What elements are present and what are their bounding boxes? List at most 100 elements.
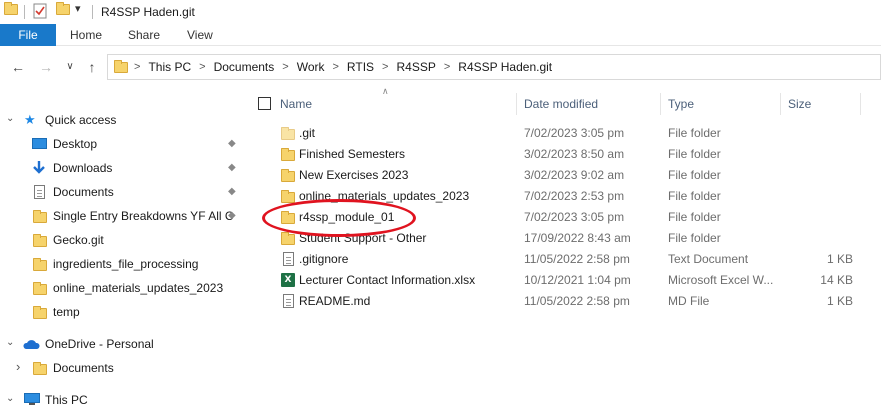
sidebar-item-gecko-git[interactable]: Gecko.git xyxy=(0,228,246,252)
file-type: File folder xyxy=(668,210,721,224)
file-type: Text Document xyxy=(668,252,749,266)
sidebar-item-label: Quick access xyxy=(45,113,117,127)
chevron-right-icon[interactable]: > xyxy=(440,61,454,73)
toolbar-divider xyxy=(92,5,93,19)
file-row-lecturer-contact[interactable]: X Lecturer Contact Information.xlsx 10/1… xyxy=(276,270,881,291)
file-date: 3/02/2023 8:50 am xyxy=(524,147,625,161)
star-icon: ★ xyxy=(24,112,36,127)
sidebar-item-onedrive[interactable]: ⌄ OneDrive - Personal xyxy=(0,332,246,356)
sidebar-item-label: Gecko.git xyxy=(53,233,104,247)
sidebar-item-label: temp xyxy=(53,305,80,319)
tab-share[interactable]: Share xyxy=(128,28,160,42)
sidebar-item-temp[interactable]: temp xyxy=(0,300,246,324)
file-row-readme[interactable]: README.md 11/05/2022 2:58 pm MD File 1 K… xyxy=(276,291,881,312)
new-folder-icon[interactable] xyxy=(56,2,70,15)
column-divider[interactable] xyxy=(516,93,517,115)
sidebar-item-single-entry-breakdowns[interactable]: Single Entry Breakdowns YF All C ◆ xyxy=(0,204,246,228)
folder-icon xyxy=(114,60,128,73)
column-type[interactable]: Type xyxy=(668,97,694,111)
computer-icon xyxy=(24,393,40,409)
excel-file-icon: X xyxy=(281,273,295,287)
file-row-git[interactable]: .git 7/02/2023 3:05 pm File folder xyxy=(276,123,881,144)
customize-toolbar-icon[interactable]: ▾ xyxy=(75,2,81,15)
column-size[interactable]: Size xyxy=(788,97,811,111)
chevron-right-icon[interactable]: › xyxy=(16,359,20,374)
breadcrumb-documents[interactable]: Documents xyxy=(210,60,279,74)
file-type: Microsoft Excel W... xyxy=(668,273,774,287)
tab-view[interactable]: View xyxy=(187,28,213,42)
sidebar-item-label: Documents xyxy=(53,185,114,199)
breadcrumb-work[interactable]: Work xyxy=(293,60,329,74)
chevron-down-icon[interactable]: ⌄ xyxy=(6,113,14,124)
file-date: 10/12/2021 1:04 pm xyxy=(524,273,631,287)
up-arrow-icon[interactable]: ↑ xyxy=(84,59,100,75)
pin-icon[interactable]: ◆ xyxy=(228,138,236,149)
file-row-finished-semesters[interactable]: Finished Semesters 3/02/2023 8:50 am Fil… xyxy=(276,144,881,165)
chevron-down-icon[interactable]: ⌄ xyxy=(6,393,14,404)
column-header: Name Date modified Type Size xyxy=(250,91,881,117)
breadcrumb-current-folder[interactable]: R4SSP Haden.git xyxy=(454,60,556,74)
sidebar-item-label: online_materials_updates_2023 xyxy=(53,281,224,295)
sidebar-item-desktop[interactable]: Desktop ◆ xyxy=(0,132,246,156)
sidebar-item-label: ingredients_file_processing xyxy=(53,257,199,271)
recent-locations-icon[interactable]: ∨ xyxy=(62,61,78,72)
sidebar-item-quick-access[interactable]: ⌄ ★ Quick access xyxy=(0,108,246,132)
breadcrumb-r4ssp[interactable]: R4SSP xyxy=(392,60,439,74)
properties-icon[interactable] xyxy=(33,3,47,22)
sidebar-item-label: This PC xyxy=(45,393,88,407)
file-type: File folder xyxy=(668,147,721,161)
file-row-new-exercises[interactable]: New Exercises 2023 3/02/2023 9:02 am Fil… xyxy=(276,165,881,186)
tab-home[interactable]: Home xyxy=(70,28,102,42)
column-date-modified[interactable]: Date modified xyxy=(524,97,598,111)
tab-file[interactable]: File xyxy=(0,24,56,46)
sidebar-item-label: Single Entry Breakdowns YF All C xyxy=(53,209,234,223)
file-name: README.md xyxy=(299,294,371,308)
file-row-gitignore[interactable]: .gitignore 11/05/2022 2:58 pm Text Docum… xyxy=(276,249,881,270)
desktop-icon xyxy=(32,138,47,153)
file-name: Lecturer Contact Information.xlsx xyxy=(299,273,476,287)
sidebar-item-online-materials-updates[interactable]: online_materials_updates_2023 xyxy=(0,276,246,300)
chevron-right-icon[interactable]: > xyxy=(195,61,209,73)
chevron-right-icon[interactable]: > xyxy=(378,61,392,73)
folder-icon xyxy=(33,210,47,223)
column-divider[interactable] xyxy=(660,93,661,115)
forward-arrow-icon[interactable]: → xyxy=(38,59,54,75)
chevron-down-icon[interactable]: ⌄ xyxy=(6,337,14,348)
chevron-right-icon[interactable]: > xyxy=(278,61,292,73)
column-divider[interactable] xyxy=(780,93,781,115)
folder-icon[interactable] xyxy=(4,2,18,15)
sidebar-item-documents[interactable]: Documents ◆ xyxy=(0,180,246,204)
address-row: ← → ∨ ↑ > This PC > Documents > Work > R… xyxy=(0,50,881,84)
pin-icon[interactable]: ◆ xyxy=(228,210,236,221)
downloads-icon xyxy=(32,160,46,178)
folder-icon xyxy=(33,258,47,271)
title-bar: ▾ R4SSP Haden.git xyxy=(0,0,881,24)
highlight-circle-annotation xyxy=(262,199,416,237)
ribbon: File Home Share View xyxy=(0,24,881,46)
pin-icon[interactable]: ◆ xyxy=(228,162,236,173)
sidebar-item-this-pc[interactable]: ⌄ This PC xyxy=(0,388,246,412)
address-bar[interactable]: > This PC > Documents > Work > RTIS > R4… xyxy=(107,54,881,80)
file-date: 7/02/2023 2:53 pm xyxy=(524,189,625,203)
chevron-right-icon[interactable]: > xyxy=(328,61,342,73)
back-arrow-icon[interactable]: ← xyxy=(10,59,26,75)
breadcrumb-rtis[interactable]: RTIS xyxy=(343,60,378,74)
file-date: 11/05/2022 2:58 pm xyxy=(524,252,630,266)
file-name: New Exercises 2023 xyxy=(299,168,409,182)
folder-icon xyxy=(33,282,47,295)
breadcrumb-this-pc[interactable]: This PC xyxy=(144,60,195,74)
md-file-icon xyxy=(283,294,294,308)
file-type: File folder xyxy=(668,126,721,140)
file-type: File folder xyxy=(668,189,721,203)
toolbar-divider xyxy=(24,5,25,19)
sidebar-item-onedrive-documents[interactable]: › Documents xyxy=(0,356,246,380)
file-size: 1 KB xyxy=(826,294,853,308)
documents-icon xyxy=(34,185,45,199)
file-date: 11/05/2022 2:58 pm xyxy=(524,294,630,308)
chevron-right-icon[interactable]: > xyxy=(130,61,144,73)
sidebar-item-ingredients-file-processing[interactable]: ingredients_file_processing xyxy=(0,252,246,276)
pin-icon[interactable]: ◆ xyxy=(228,186,236,197)
column-divider[interactable] xyxy=(860,93,861,115)
sidebar-item-downloads[interactable]: Downloads ◆ xyxy=(0,156,246,180)
column-name[interactable]: Name xyxy=(280,97,312,111)
